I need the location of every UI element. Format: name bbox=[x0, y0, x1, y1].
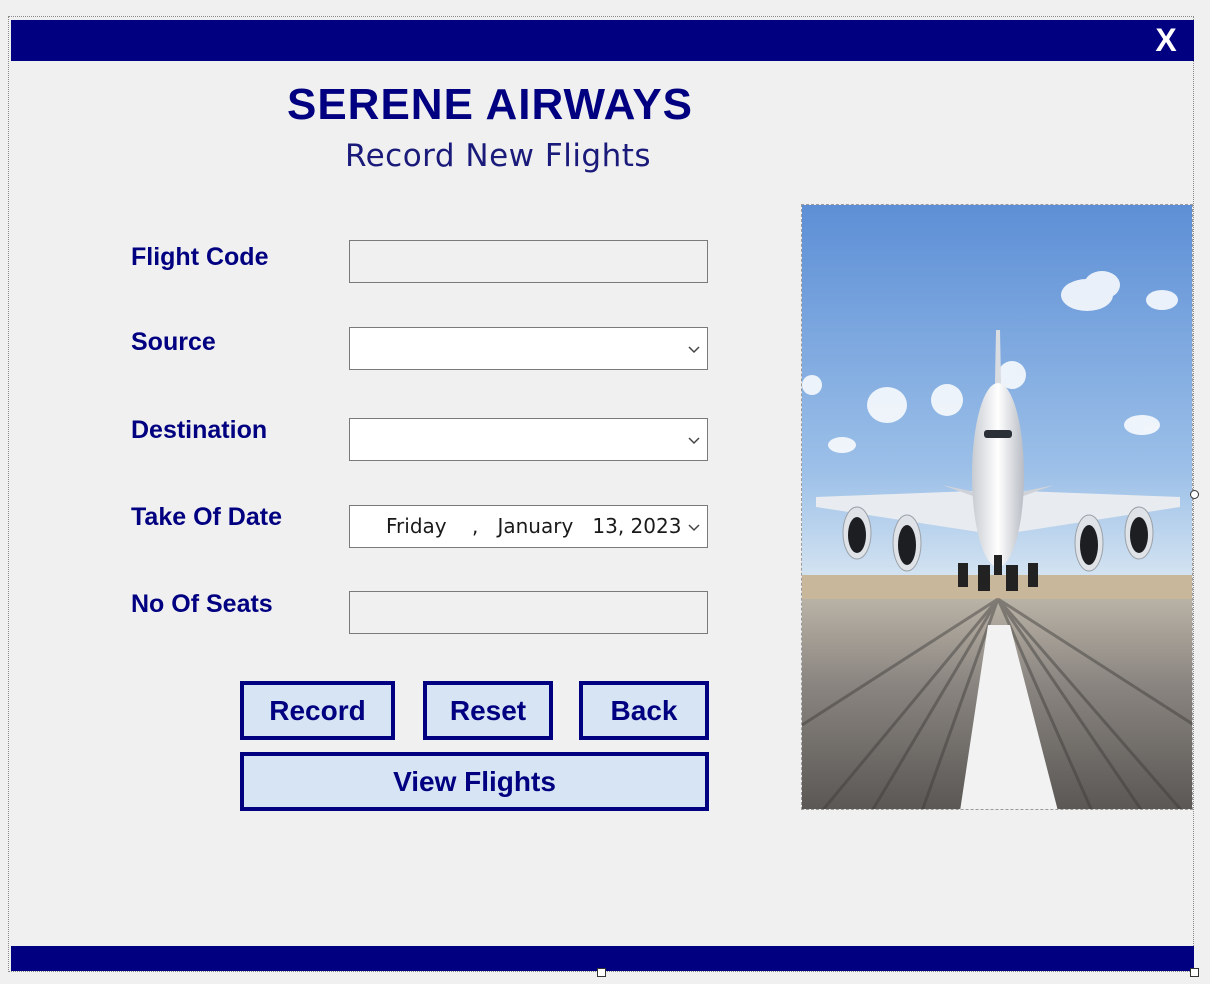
reset-button[interactable]: Reset bbox=[423, 681, 553, 740]
flight-code-input[interactable] bbox=[349, 240, 708, 283]
chevron-down-icon bbox=[688, 523, 700, 531]
flight-code-label: Flight Code bbox=[131, 243, 269, 271]
destination-label: Destination bbox=[131, 416, 268, 444]
airplane-runway-image bbox=[801, 204, 1193, 810]
take-off-date-label: Take Of Date bbox=[131, 503, 282, 531]
back-button[interactable]: Back bbox=[579, 681, 709, 740]
app-title: SERENE AIRWAYS bbox=[286, 80, 694, 129]
chevron-down-icon bbox=[688, 345, 700, 353]
destination-select[interactable] bbox=[349, 418, 708, 461]
resize-handle[interactable] bbox=[1190, 490, 1199, 499]
resize-handle[interactable] bbox=[597, 968, 606, 977]
title-bar: X bbox=[11, 20, 1194, 61]
chevron-down-icon bbox=[688, 436, 700, 444]
seats-input[interactable] bbox=[349, 591, 708, 634]
take-off-date-value: Friday , January 13, 2023 bbox=[386, 514, 682, 538]
view-flights-button[interactable]: View Flights bbox=[240, 752, 709, 811]
resize-handle[interactable] bbox=[1190, 968, 1199, 977]
close-button[interactable]: X bbox=[1138, 20, 1194, 61]
record-button[interactable]: Record bbox=[240, 681, 395, 740]
seats-label: No Of Seats bbox=[131, 590, 273, 618]
page-subtitle: Record New Flights bbox=[344, 138, 652, 174]
take-off-date-picker[interactable]: Friday , January 13, 2023 bbox=[349, 505, 708, 548]
source-select[interactable] bbox=[349, 327, 708, 370]
airplane-icon bbox=[802, 205, 1192, 809]
source-label: Source bbox=[131, 328, 216, 356]
